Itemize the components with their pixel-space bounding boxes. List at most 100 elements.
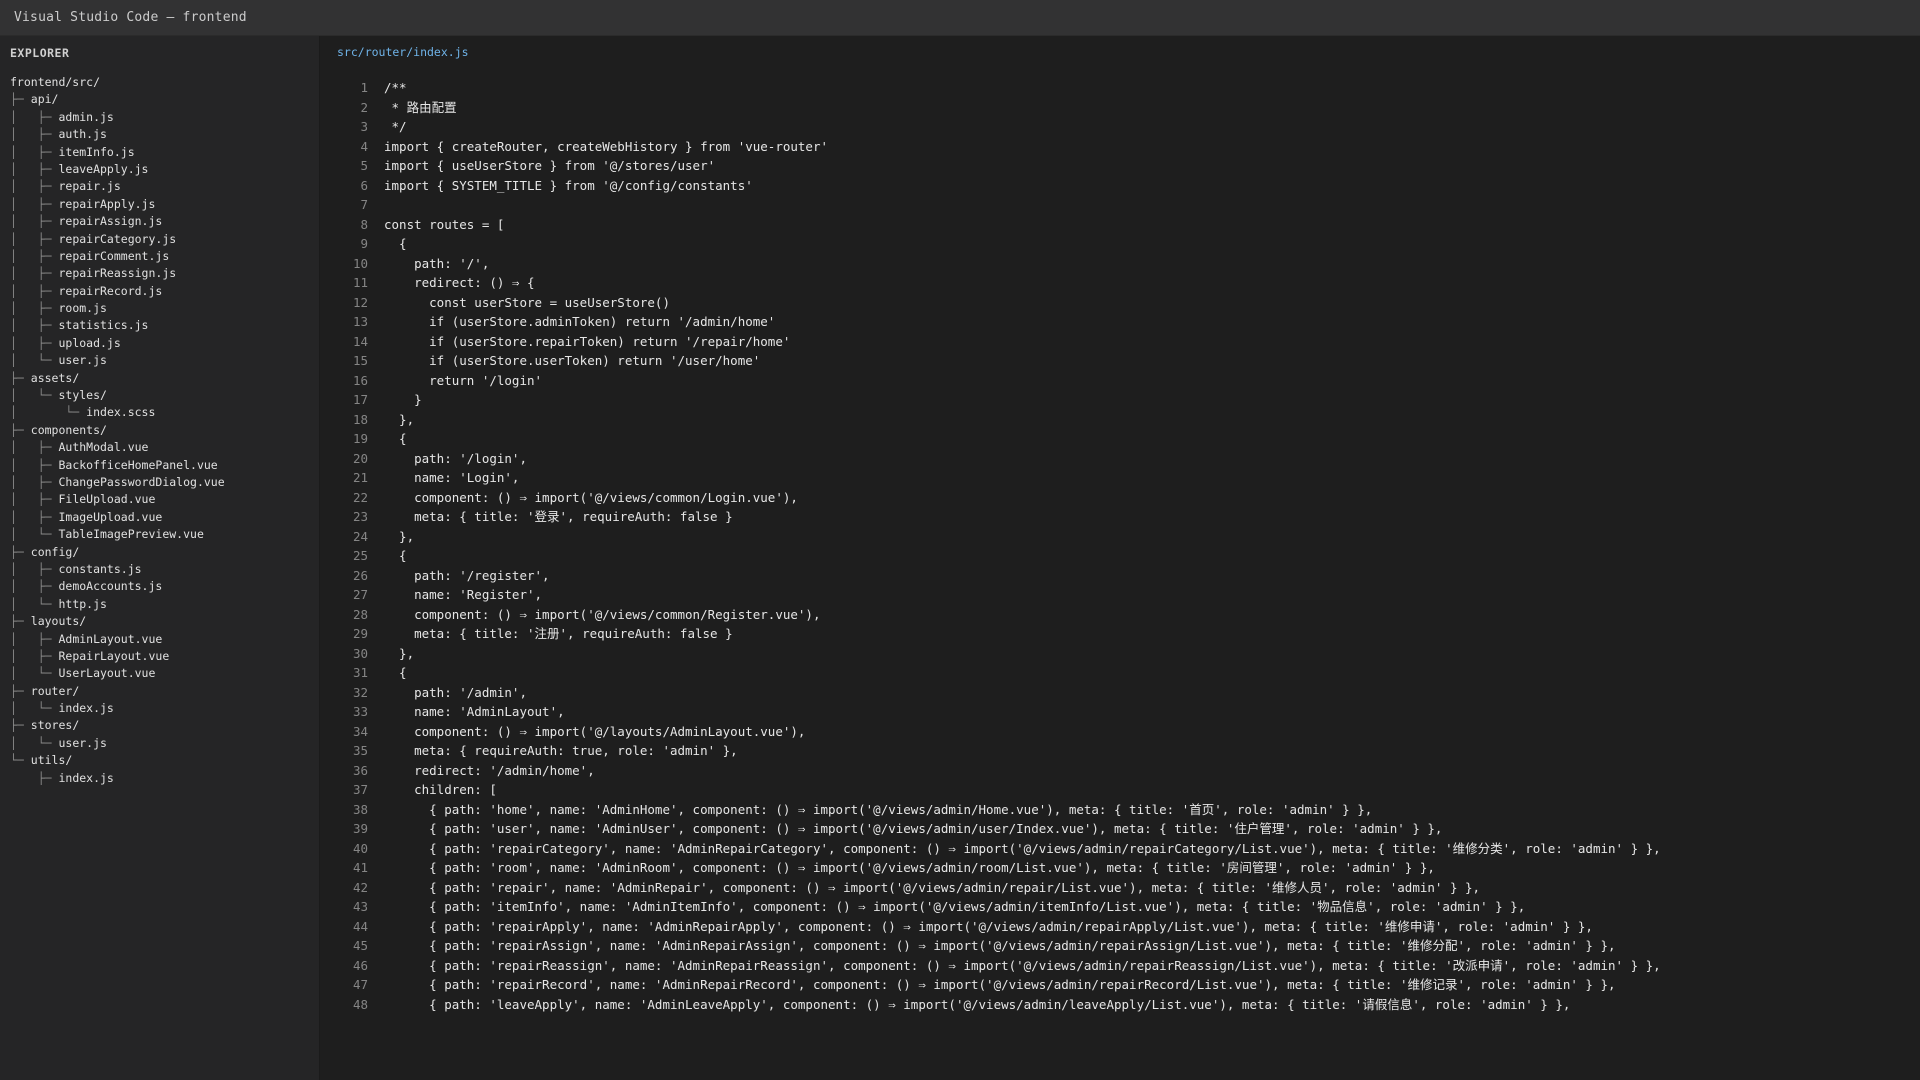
folder-item[interactable]: ├─ layouts/ [0,613,319,630]
file-item[interactable]: ├─ index.js [0,770,319,787]
line-number: 19 [352,431,368,446]
file-item[interactable]: │ └─ http.js [0,596,319,613]
line-number: 39 [352,821,368,836]
code-line: 7 [320,195,1920,215]
line-number: 10 [352,255,368,271]
line-number: 9 [360,236,368,251]
file-item[interactable]: │ ├─ repairCategory.js [0,231,319,248]
tree-item-label: ChangePasswordDialog.vue [58,474,225,489]
file-item[interactable]: │ ├─ repair.js [0,178,319,195]
folder-item[interactable]: ├─ components/ [0,422,319,439]
file-item[interactable]: │ ├─ itemInfo.js [0,144,319,161]
file-item[interactable]: │ ├─ BackofficeHomePanel.vue [0,457,319,474]
tree-item-label: FileUpload.vue [58,492,156,507]
code-text: { [384,236,407,251]
code-text: import { useUserStore } from '@/stores/u… [384,158,716,173]
file-item[interactable]: │ └─ user.js [0,735,319,752]
file-item[interactable]: │ ├─ leaveApply.js [0,161,319,178]
tree-item-label: repairCategory.js [58,231,177,246]
tree-guide: │ ├─ [10,318,59,333]
folder-item[interactable]: ├─ router/ [0,683,319,700]
code-line: 45 { path: 'repairAssign', name: 'AdminR… [320,936,1920,956]
code-text: { [384,665,407,680]
folder-item[interactable]: ├─ stores/ [0,717,319,734]
code-text: name: 'AdminLayout', [384,704,565,719]
tree-item-label: stores/ [30,718,80,733]
tree-item-label: components/ [30,422,107,437]
line-number: 1 [360,80,368,95]
tree-item-label: auth.js [58,127,107,142]
folder-item[interactable]: │ └─ styles/ [0,387,319,404]
folder-item[interactable]: ├─ config/ [0,544,319,561]
tree-guide: │ ├─ [10,127,59,142]
code-text: { [384,548,407,563]
tree-guide: │ ├─ [10,579,59,594]
tree-item-label: AuthModal.vue [58,440,149,455]
file-item[interactable]: │ ├─ FileUpload.vue [0,491,319,508]
folder-item[interactable]: ├─ api/ [0,91,319,108]
file-item[interactable]: │ ├─ AdminLayout.vue [0,631,319,648]
tree-item-label: assets/ [30,370,80,385]
code-text: const routes = [ [384,216,505,232]
tree-guide: ├─ [10,683,31,698]
tree-item-label: AdminLayout.vue [58,631,163,646]
tree-guide: │ ├─ [10,648,59,663]
tree-item-label: api/ [30,92,59,107]
code-text: path: '/login', [384,450,527,466]
file-item[interactable]: │ ├─ admin.js [0,109,319,126]
file-item[interactable]: │ ├─ room.js [0,300,319,317]
tab-router-index[interactable]: src/router/index.js [337,36,469,68]
tree-item-label: statistics.js [58,318,149,333]
code-line: 10 path: '/', [320,254,1920,274]
tree-guide: │ ├─ [10,283,59,298]
file-item[interactable]: │ ├─ ImageUpload.vue [0,509,319,526]
file-item[interactable]: │ ├─ auth.js [0,126,319,143]
folder-item[interactable]: └─ utils/ [0,752,319,769]
file-item[interactable]: │ └─ TableImagePreview.vue [0,526,319,543]
window-title: Visual Studio Code — frontend [14,10,247,25]
code-text: } [384,392,422,407]
line-number: 29 [352,626,368,641]
file-item[interactable]: │ ├─ repairRecord.js [0,283,319,300]
tree-guide: │ ├─ [10,509,59,524]
file-item[interactable]: │ ├─ constants.js [0,561,319,578]
tree-item-label: index.js [58,701,114,716]
code-editor[interactable]: 1/** 2 * 路由配置 3 */4 import { createRouter, … [320,68,1920,1080]
file-item[interactable]: │ ├─ repairComment.js [0,248,319,265]
file-item[interactable]: │ ├─ repairApply.js [0,196,319,213]
tree-guide: │ ├─ [10,214,59,229]
tree-guide: └─ [10,753,31,768]
file-item[interactable]: │ ├─ RepairLayout.vue [0,648,319,665]
file-item[interactable]: │ ├─ ChangePasswordDialog.vue [0,474,319,491]
file-item[interactable]: │ ├─ demoAccounts.js [0,578,319,595]
code-line: 14 if (userStore.repairToken) return '/r… [320,332,1920,352]
file-item[interactable]: │ ├─ upload.js [0,335,319,352]
tree-guide: ├─ [10,544,31,559]
code-line: 47 { path: 'repairRecord', name: 'AdminR… [320,975,1920,995]
file-item[interactable]: │ └─ UserLayout.vue [0,665,319,682]
line-number: 26 [352,567,368,583]
file-item[interactable]: │ └─ index.js [0,700,319,717]
file-item[interactable]: │ ├─ statistics.js [0,317,319,334]
line-number: 31 [352,665,368,680]
tree-item-label: constants.js [58,561,142,576]
line-number: 47 [352,977,368,992]
code-text: /** [384,80,407,95]
tree-guide: │ ├─ [10,161,59,176]
code-line: 13 if (userStore.adminToken) return '/ad… [320,312,1920,332]
code-text: if (userStore.userToken) return '/user/h… [384,353,761,368]
line-number: 34 [352,723,368,739]
code-line: 28 component: () ⇒ import('@/views/commo… [320,605,1920,625]
folder-item[interactable]: frontend/src/ [0,74,319,91]
file-item[interactable]: │ └─ user.js [0,352,319,369]
folder-item[interactable]: ├─ assets/ [0,370,319,387]
code-line: 12 const userStore = useUserStore() [320,293,1920,313]
tree-guide: │ └─ [10,596,59,611]
code-line: 22 component: () ⇒ import('@/views/commo… [320,488,1920,508]
file-item[interactable]: │ └─ index.scss [0,404,319,421]
tree-item-label: utils/ [30,753,73,768]
file-item[interactable]: │ ├─ repairAssign.js [0,213,319,230]
file-item[interactable]: │ ├─ repairReassign.js [0,265,319,282]
code-text: { path: 'room', name: 'AdminRoom', compo… [384,860,1435,875]
file-item[interactable]: │ ├─ AuthModal.vue [0,439,319,456]
